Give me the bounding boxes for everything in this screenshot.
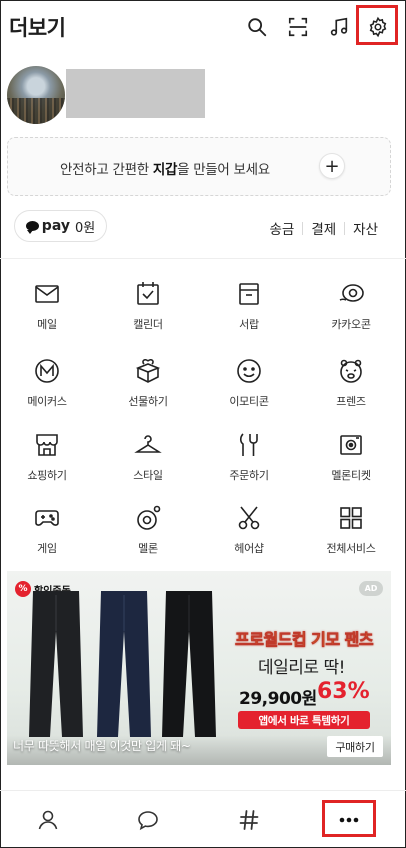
music-icon[interactable]	[322, 10, 356, 44]
makers-icon	[35, 359, 59, 383]
pay-amount: 0원	[74, 220, 96, 236]
nav-friends[interactable]	[18, 791, 78, 848]
scissors-icon	[238, 506, 260, 530]
melon-icon	[137, 505, 161, 530]
service-label: 이모티콘	[229, 395, 269, 408]
pay-links: 송금 결제 자산	[261, 218, 378, 238]
section-divider	[0, 258, 406, 259]
service-label: 메일	[37, 318, 57, 331]
page-title: 더보기	[9, 16, 66, 40]
pay-logo: pay	[41, 218, 70, 234]
profile-name-redacted[interactable]	[66, 69, 205, 118]
hanger-icon	[134, 435, 162, 453]
settings-highlight-box	[356, 5, 398, 45]
service-label: 메이커스	[27, 395, 67, 408]
service-label: 쇼핑하기	[27, 469, 67, 482]
service-label: 멜론	[138, 542, 158, 555]
ad-price: 29,900원	[239, 689, 317, 709]
gamepad-icon	[35, 510, 59, 526]
search-icon[interactable]	[240, 10, 274, 44]
order-icon	[239, 433, 258, 456]
emoticon-icon	[237, 359, 261, 383]
service-all[interactable]: 전체서비스	[301, 504, 401, 568]
pants-image	[162, 591, 216, 737]
service-hairshop[interactable]: 헤어샵	[199, 504, 299, 568]
service-game[interactable]: 게임	[0, 504, 97, 568]
service-label: 전체서비스	[326, 542, 376, 555]
send-money-link[interactable]: 송금	[261, 218, 302, 238]
shop-icon	[36, 434, 58, 456]
drawer-icon	[239, 283, 259, 305]
add-wallet-button[interactable]: +	[319, 153, 345, 179]
person-icon	[38, 810, 58, 830]
top-header: 더보기	[0, 0, 406, 56]
pants-image	[29, 591, 83, 737]
service-label: 게임	[37, 542, 57, 555]
assets-link[interactable]: 자산	[345, 218, 378, 238]
service-label: 주문하기	[229, 469, 269, 482]
ticket-icon	[340, 435, 362, 455]
wallet-text: 안전하고 간편한 지갑을 만들어 보세요	[60, 162, 270, 178]
service-label: 선물하기	[128, 395, 168, 408]
chat-bubble-icon	[138, 811, 158, 831]
ad-banner[interactable]: % 할인중독 AD 프로월드컵 기모 팬츠 데일리로 딱! 29,900원 63…	[7, 571, 391, 765]
service-label: 멜론티켓	[331, 469, 371, 482]
service-calendar[interactable]: 캘린더	[98, 280, 198, 344]
ad-caption: 너무 따뜻해서 매일 이것만 입게 돼~	[13, 739, 191, 753]
service-ticket[interactable]: 멜론티켓	[301, 431, 401, 495]
service-order[interactable]: 주문하기	[199, 431, 299, 495]
pay-bubble-icon	[25, 221, 39, 234]
friends-icon	[340, 359, 362, 383]
payment-link[interactable]: 결제	[303, 218, 344, 238]
kakaocon-icon	[339, 284, 364, 302]
more-highlight-box	[322, 800, 376, 837]
service-label: 캘린더	[133, 318, 163, 331]
service-mail[interactable]: 메일	[0, 280, 97, 344]
ad-discount: 63%	[317, 679, 370, 704]
service-drawer[interactable]: 서랍	[199, 280, 299, 344]
ad-subline: 데일리로 딱!	[258, 658, 345, 678]
service-label: 스타일	[133, 469, 163, 482]
service-label: 서랍	[239, 318, 259, 331]
hashtag-icon	[239, 810, 259, 830]
service-label: 헤어샵	[234, 542, 264, 555]
wallet-banner[interactable]: 안전하고 간편한 지갑을 만들어 보세요 +	[7, 137, 391, 196]
ad-buy-button[interactable]: 구매하기	[327, 736, 383, 757]
ad-tag: AD	[359, 581, 383, 596]
all-services-icon	[340, 507, 362, 529]
calendar-icon	[137, 282, 159, 305]
service-friends[interactable]: 프렌즈	[301, 357, 401, 421]
ad-cta-banner: 앱에서 바로 특템하기	[238, 711, 370, 729]
service-kakaocon[interactable]: 카카오콘	[301, 280, 401, 344]
service-label: 프렌즈	[336, 395, 366, 408]
gift-icon	[135, 358, 161, 383]
pay-balance-button[interactable]: pay 0원	[14, 210, 107, 242]
service-melon[interactable]: 멜론	[98, 504, 198, 568]
service-shop[interactable]: 쇼핑하기	[0, 431, 97, 495]
service-makers[interactable]: 메이커스	[0, 357, 97, 421]
mail-icon	[35, 285, 59, 303]
service-gift[interactable]: 선물하기	[98, 357, 198, 421]
service-style[interactable]: 스타일	[98, 431, 198, 495]
service-label: 카카오콘	[331, 318, 371, 331]
pants-image	[97, 591, 151, 737]
nav-view[interactable]	[219, 791, 279, 848]
ad-headline: 프로월드컵 기모 팬츠	[235, 630, 374, 650]
nav-chats[interactable]	[118, 791, 178, 848]
scan-icon[interactable]	[281, 10, 315, 44]
service-emoticon[interactable]: 이모티콘	[199, 357, 299, 421]
avatar[interactable]	[7, 66, 65, 124]
